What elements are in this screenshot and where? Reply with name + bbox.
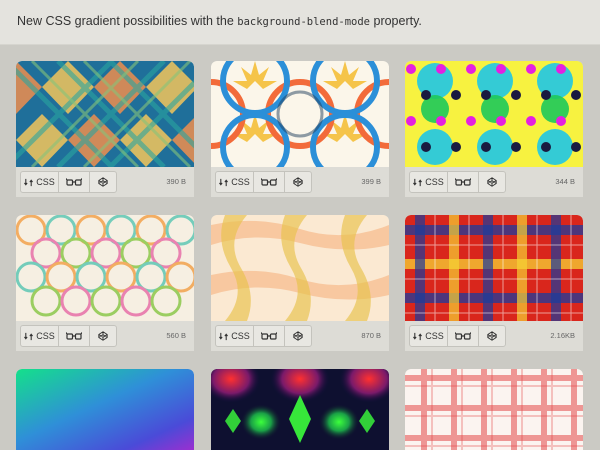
css-button-label: CSS [425, 331, 444, 341]
swap-arrows-icon [219, 178, 229, 186]
card-actions: CSS [20, 171, 117, 193]
view-css-button[interactable]: CSS [216, 172, 254, 192]
file-size: 390 B [166, 177, 186, 186]
pattern-preview-argyle[interactable] [16, 61, 194, 167]
glasses-icon [455, 332, 471, 340]
glasses-icon [261, 332, 277, 340]
card-toolbar: CSS 870 B [211, 321, 389, 351]
file-size: 870 B [361, 331, 381, 340]
swap-arrows-icon [24, 178, 34, 186]
gallery-card [16, 369, 194, 450]
codepen-button[interactable] [285, 326, 311, 346]
pattern-preview-red-gingham[interactable] [405, 369, 583, 450]
fullscreen-view-button[interactable] [448, 326, 479, 346]
css-button-label: CSS [425, 177, 444, 187]
fullscreen-view-button[interactable] [59, 172, 90, 192]
gallery-card [405, 369, 583, 450]
fullscreen-view-button[interactable] [254, 326, 285, 346]
card-actions: CSS [215, 171, 312, 193]
pattern-preview-rings[interactable] [211, 61, 389, 167]
card-toolbar: CSS 2.16KB [405, 321, 583, 351]
fullscreen-view-button[interactable] [254, 172, 285, 192]
card-toolbar: CSS 390 B [16, 167, 194, 197]
css-button-label: CSS [36, 331, 55, 341]
swap-arrows-icon [24, 332, 34, 340]
pattern-preview-radial-glow[interactable] [211, 369, 389, 450]
swap-arrows-icon [413, 178, 423, 186]
file-size: 399 B [361, 177, 381, 186]
page-header: New CSS gradient possibilities with the … [0, 0, 600, 45]
swap-arrows-icon [219, 332, 229, 340]
codepen-cube-icon [98, 331, 108, 341]
codepen-cube-icon [98, 177, 108, 187]
glasses-icon [261, 178, 277, 186]
file-size: 344 B [555, 177, 575, 186]
codepen-button[interactable] [285, 172, 311, 192]
intro-text-suffix: property. [370, 14, 422, 28]
view-css-button[interactable]: CSS [21, 172, 59, 192]
file-size: 560 B [166, 331, 186, 340]
swap-arrows-icon [413, 332, 423, 340]
card-actions: CSS [20, 325, 117, 347]
view-css-button[interactable]: CSS [410, 326, 448, 346]
intro-text-prefix: New CSS gradient possibilities with the [17, 14, 238, 28]
fullscreen-view-button[interactable] [448, 172, 479, 192]
intro-text: New CSS gradient possibilities with the … [17, 14, 422, 28]
pattern-preview-wavy-plaid[interactable] [211, 215, 389, 321]
pattern-preview-polka[interactable] [405, 61, 583, 167]
view-css-button[interactable]: CSS [21, 326, 59, 346]
pattern-preview-rainbow-gradient[interactable] [16, 369, 194, 450]
codepen-button[interactable] [479, 172, 505, 192]
card-actions: CSS [409, 171, 506, 193]
gallery-card [211, 369, 389, 450]
codepen-button[interactable] [90, 326, 116, 346]
glasses-icon [66, 332, 82, 340]
fullscreen-view-button[interactable] [59, 326, 90, 346]
view-css-button[interactable]: CSS [410, 172, 448, 192]
codepen-cube-icon [293, 177, 303, 187]
codepen-cube-icon [293, 331, 303, 341]
codepen-cube-icon [487, 331, 497, 341]
pattern-preview-floral-rings[interactable] [16, 215, 194, 321]
pattern-preview-tartan[interactable] [405, 215, 583, 321]
css-button-label: CSS [231, 177, 250, 187]
codepen-cube-icon [487, 177, 497, 187]
card-actions: CSS [215, 325, 312, 347]
file-size: 2.16KB [550, 331, 575, 340]
css-button-label: CSS [36, 177, 55, 187]
intro-code: background-blend-mode [237, 16, 371, 28]
card-toolbar: CSS 560 B [16, 321, 194, 351]
codepen-button[interactable] [90, 172, 116, 192]
glasses-icon [66, 178, 82, 186]
view-css-button[interactable]: CSS [216, 326, 254, 346]
card-toolbar: CSS 344 B [405, 167, 583, 197]
css-button-label: CSS [231, 331, 250, 341]
codepen-button[interactable] [479, 326, 505, 346]
glasses-icon [455, 178, 471, 186]
card-actions: CSS [409, 325, 506, 347]
card-toolbar: CSS 399 B [211, 167, 389, 197]
